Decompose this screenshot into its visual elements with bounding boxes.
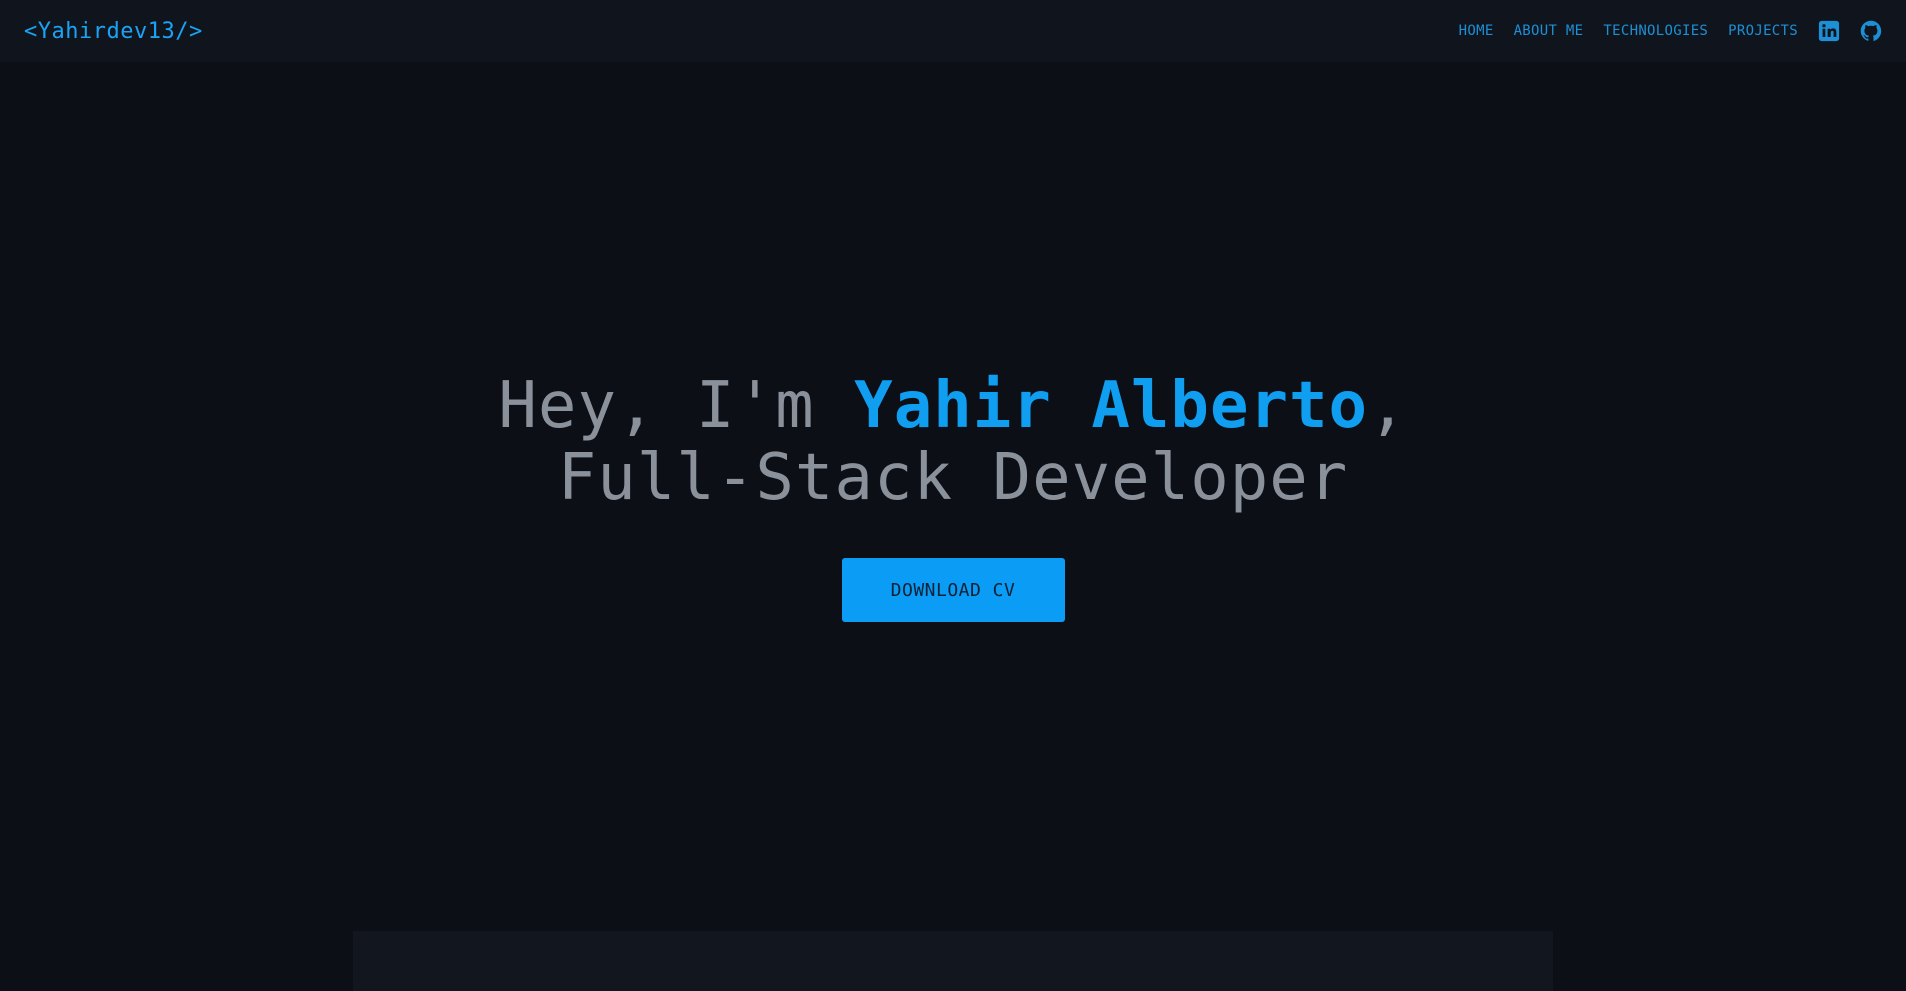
nav-menu: HOME ABOUT ME TECHNOLOGIES PROJECTS xyxy=(1459,20,1882,42)
download-cv-button[interactable]: DOWNLOAD CV xyxy=(841,558,1065,622)
nav-link-technologies[interactable]: TECHNOLOGIES xyxy=(1603,23,1708,39)
hero-greeting: Hey, I'm xyxy=(498,369,855,443)
page: <Yahirdev13/> HOME ABOUT ME TECHNOLOGIES… xyxy=(0,0,1906,991)
navbar: <Yahirdev13/> HOME ABOUT ME TECHNOLOGIES… xyxy=(0,0,1906,62)
nav-link-home[interactable]: HOME xyxy=(1459,23,1494,39)
linkedin-icon[interactable] xyxy=(1818,20,1840,42)
hero-headline: Hey, I'm Yahir Alberto, Full-Stack Devel… xyxy=(413,370,1493,514)
brand-logo[interactable]: <Yahirdev13/> xyxy=(24,19,203,44)
github-icon[interactable] xyxy=(1860,20,1882,42)
nav-link-projects[interactable]: PROJECTS xyxy=(1728,23,1798,39)
next-section-panel xyxy=(353,931,1553,991)
nav-link-about-me[interactable]: ABOUT ME xyxy=(1514,23,1584,39)
hero-name: Yahir Alberto xyxy=(854,369,1369,443)
hero-section: Hey, I'm Yahir Alberto, Full-Stack Devel… xyxy=(0,62,1906,930)
